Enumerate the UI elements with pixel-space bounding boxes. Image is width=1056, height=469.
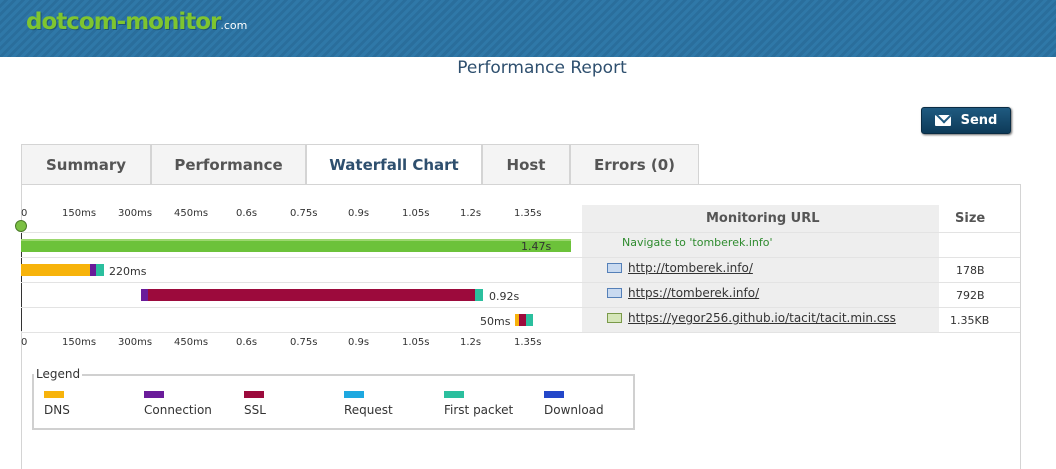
url-row: https://yegor256.github.io/tacit/tacit.m…: [607, 311, 896, 325]
axis-tick-label: 1.35s: [514, 208, 542, 219]
axis-tick-label: 150ms: [62, 337, 97, 348]
bar-label: 0.92s: [489, 290, 520, 303]
legend-swatch: [344, 391, 364, 398]
size-value: 792B: [956, 289, 985, 302]
axis-tick-label: 0: [21, 337, 28, 348]
size-value: 178B: [956, 264, 985, 277]
navigate-step: Navigate to 'tomberek.info': [622, 236, 773, 249]
monitoring-url-header: Monitoring URL: [706, 211, 820, 226]
legend-label: First packet: [444, 403, 514, 417]
axis-tick-label: 1.2s: [460, 208, 482, 219]
legend-swatch: [544, 391, 564, 398]
size-header: Size: [955, 211, 986, 226]
legend-title: Legend: [34, 367, 83, 381]
axis-tick-label: 0: [21, 208, 28, 219]
axis-tick-label: 0.9s: [348, 337, 370, 348]
envelope-icon: [934, 115, 951, 126]
legend-swatch: [244, 391, 264, 398]
logo-suffix: .com: [220, 19, 248, 32]
legend-swatch: [144, 391, 164, 398]
axis-tick-label: 450ms: [174, 208, 209, 219]
segment-first-packet: [475, 289, 483, 301]
legend-label: Connection: [144, 403, 212, 417]
segment-first-packet: [526, 314, 533, 326]
css-file-icon: [607, 313, 622, 323]
start-marker[interactable]: [15, 220, 27, 232]
size-value: 1.35KB: [950, 314, 990, 327]
axis-tick-label: 150ms: [62, 208, 97, 219]
segment-dns: [21, 264, 90, 276]
send-button[interactable]: Send: [921, 107, 1011, 134]
url-link[interactable]: https://yegor256.github.io/tacit/tacit.m…: [628, 311, 896, 325]
axis-tick-label: 1.2s: [460, 337, 482, 348]
legend-swatch: [444, 391, 464, 398]
url-link[interactable]: http://tomberek.info/: [628, 261, 753, 275]
tab-host[interactable]: Host: [482, 144, 570, 185]
url-row: https://tomberek.info/: [607, 286, 759, 300]
header-banner: dotcom-monitor.com: [0, 0, 1056, 57]
logo-text: dotcom-monitor: [26, 9, 221, 35]
row-divider: [21, 282, 1020, 283]
axis-tick-label: 450ms: [174, 337, 209, 348]
tab-performance[interactable]: Performance: [151, 144, 306, 185]
bar-total: [21, 239, 571, 252]
bar-label: 50ms: [480, 315, 511, 328]
tab-summary[interactable]: Summary: [21, 144, 151, 185]
axis-tick-label: 300ms: [118, 337, 153, 348]
legend-box: [32, 374, 635, 430]
page-title: Performance Report: [457, 58, 627, 78]
row-divider: [21, 232, 1020, 233]
row-divider: [21, 257, 1020, 258]
axis-tick-label: 0.6s: [236, 337, 258, 348]
axis-tick-label: 1.05s: [402, 208, 430, 219]
legend-label: Request: [344, 403, 393, 417]
segment-connection: [141, 289, 148, 301]
send-label: Send: [960, 113, 998, 128]
legend-swatch: [44, 391, 64, 398]
axis-tick-label: 0.6s: [236, 208, 258, 219]
row-divider: [21, 332, 1020, 333]
axis-tick-label: 1.35s: [514, 337, 542, 348]
html-file-icon: [607, 263, 622, 273]
tab-bar: Summary Performance Waterfall Chart Host…: [21, 144, 699, 185]
url-row: http://tomberek.info/: [607, 261, 753, 275]
segment-ssl: [519, 314, 526, 326]
axis-tick-label: 1.05s: [402, 337, 430, 348]
bar-label: 220ms: [109, 265, 147, 278]
tab-errors[interactable]: Errors (0): [570, 144, 699, 185]
axis-tick-label: 0.75s: [290, 208, 318, 219]
row-divider: [21, 307, 1020, 308]
segment-first-packet: [96, 264, 104, 276]
bar-label-total: 1.47s: [521, 240, 552, 253]
axis-tick-label: 0.9s: [348, 208, 370, 219]
url-link[interactable]: https://tomberek.info/: [628, 286, 759, 300]
axis-tick-label: 0.75s: [290, 337, 318, 348]
legend-label: SSL: [244, 403, 266, 417]
html-file-icon: [607, 288, 622, 298]
axis-tick-label: 300ms: [118, 208, 153, 219]
legend-label: DNS: [44, 403, 70, 417]
logo[interactable]: dotcom-monitor.com: [26, 9, 247, 35]
segment-ssl: [148, 289, 475, 301]
tab-waterfall-chart[interactable]: Waterfall Chart: [306, 144, 482, 185]
legend-label: Download: [544, 403, 604, 417]
